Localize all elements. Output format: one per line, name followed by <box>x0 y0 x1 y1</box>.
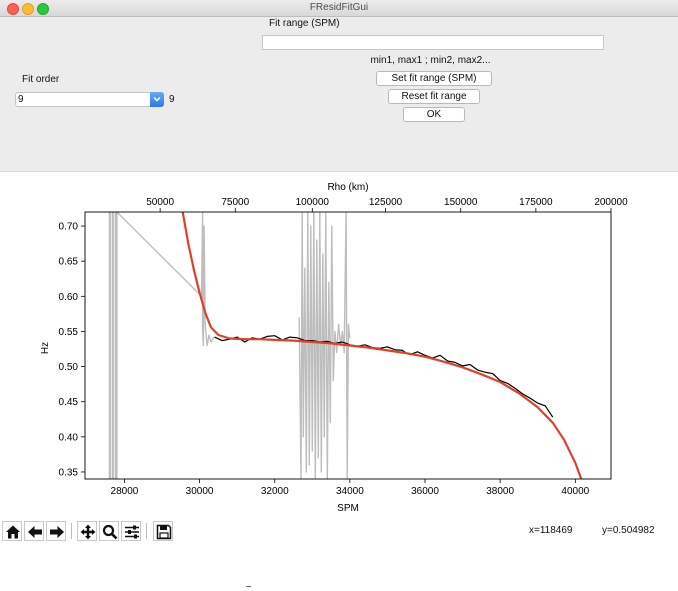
pan-icon <box>80 524 96 540</box>
chevron-down-icon[interactable] <box>150 92 164 107</box>
pan-button[interactable] <box>77 521 97 541</box>
y-tick-label: 0.70 <box>59 222 79 233</box>
forward-button[interactable] <box>46 521 66 541</box>
fit-range-input[interactable] <box>262 35 604 50</box>
y-tick-label: 0.60 <box>59 292 79 303</box>
y-tick-label: 0.40 <box>59 432 79 443</box>
zoom-icon <box>102 524 118 540</box>
top-tick-label: 100000 <box>296 197 330 208</box>
y-tick-label: 0.55 <box>59 327 79 338</box>
x-tick-label: 30000 <box>186 486 214 497</box>
top-axis-label: Rho (km) <box>327 182 368 193</box>
ok-button[interactable]: OK <box>403 107 465 122</box>
reset-fit-range-button[interactable]: Reset fit range <box>388 89 480 104</box>
window-title: FResidFitGui <box>309 2 369 13</box>
top-tick-label: 50000 <box>146 197 174 208</box>
back-button[interactable] <box>24 521 44 541</box>
title-bar: FResidFitGui <box>0 0 678 17</box>
series-line-masked <box>108 212 216 479</box>
navigation-toolbar <box>0 521 200 543</box>
y-tick-label: 0.35 <box>59 467 79 478</box>
x-tick-label: 36000 <box>411 486 439 497</box>
forward-arrow-icon <box>50 526 64 538</box>
top-tick-label: 75000 <box>221 197 249 208</box>
y-coordinate-readout: y=0.504982 <box>602 525 655 536</box>
top-tick-label: 200000 <box>594 197 628 208</box>
zoom-button[interactable] <box>99 521 119 541</box>
controls-panel: Fit range (SPM) min1, max1 ; min2, max2.… <box>0 17 678 172</box>
y-tick-label: 0.45 <box>59 397 79 408</box>
home-button[interactable] <box>2 521 22 541</box>
x-tick-label: 34000 <box>336 486 364 497</box>
configure-subplots-icon <box>125 525 139 539</box>
x-tick-label: 38000 <box>486 486 514 497</box>
y-axis-label: Hz <box>40 342 51 354</box>
x-tick-label: 28000 <box>111 486 139 497</box>
x-coordinate-readout: x=118469 <box>529 525 573 536</box>
top-tick-label: 125000 <box>369 197 403 208</box>
y-tick-label: 0.50 <box>59 362 79 373</box>
x-tick-label: 40000 <box>561 486 589 497</box>
save-button[interactable] <box>153 521 173 541</box>
save-icon <box>156 524 172 540</box>
fit-order-label: Fit order <box>22 74 60 85</box>
fit-order-value: 9 <box>169 94 175 105</box>
fit-order-selected: 9 <box>18 94 24 105</box>
fit-chart[interactable]: 28000 30000 32000 34000 36000 38000 40000 0.35… <box>0 172 678 516</box>
fit-order-select[interactable]: 9 <box>15 92 164 107</box>
toolbar-separator <box>146 523 147 539</box>
toolbar-separator <box>71 523 72 539</box>
divider <box>246 586 251 587</box>
x-axis-label: SPM <box>337 503 359 514</box>
x-tick-label: 32000 <box>261 486 289 497</box>
series-line-data <box>214 335 554 418</box>
back-arrow-icon <box>28 526 42 538</box>
home-icon <box>6 525 20 539</box>
top-tick-label: 150000 <box>444 197 478 208</box>
set-fit-range-button[interactable]: Set fit range (SPM) <box>376 71 492 86</box>
plot-area[interactable]: 28000 30000 32000 34000 36000 38000 40000 0.35… <box>0 172 678 516</box>
fit-range-label: Fit range (SPM) <box>269 18 340 29</box>
fit-range-hint: min1, max1 ; min2, max2... <box>370 55 491 66</box>
top-tick-label: 175000 <box>519 197 553 208</box>
configure-subplots-button[interactable] <box>121 521 141 541</box>
y-tick-label: 0.65 <box>59 257 79 268</box>
